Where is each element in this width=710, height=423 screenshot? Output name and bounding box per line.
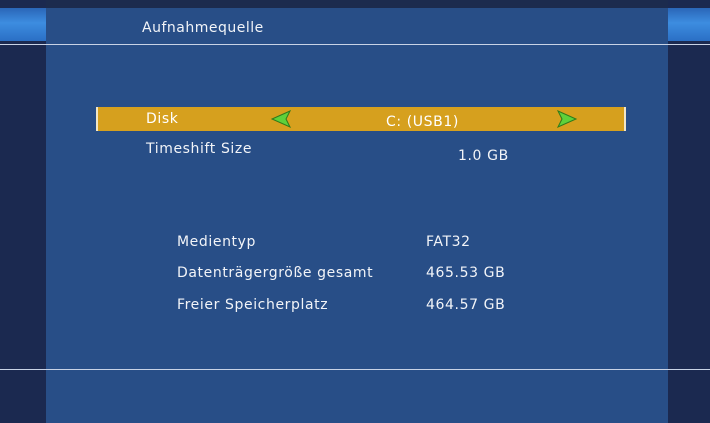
total-size-value: 465.53 GB [426,265,506,281]
footer-divider [0,369,710,370]
free-space-label: Freier Speicherplatz [177,297,329,313]
left-top-cap [0,8,46,41]
media-type-value: FAT32 [426,234,471,250]
left-frame [0,0,46,423]
timeshift-value: 1.0 GB [458,148,509,164]
media-type-label: Medientyp [177,234,257,250]
total-size-label: Datenträgergröße gesamt [177,265,374,281]
right-frame [668,0,710,423]
right-top-cap [668,8,710,41]
free-space-value: 464.57 GB [426,297,506,313]
timeshift-label[interactable]: Timeshift Size [146,141,252,157]
page-title: Aufnahmequelle [142,20,264,36]
header-divider [0,44,710,45]
disk-label: Disk [146,111,179,127]
disk-value: C: (USB1) [386,114,459,130]
main-panel [46,8,668,423]
arrow-left-icon[interactable] [270,110,292,128]
arrow-right-icon[interactable] [556,110,578,128]
